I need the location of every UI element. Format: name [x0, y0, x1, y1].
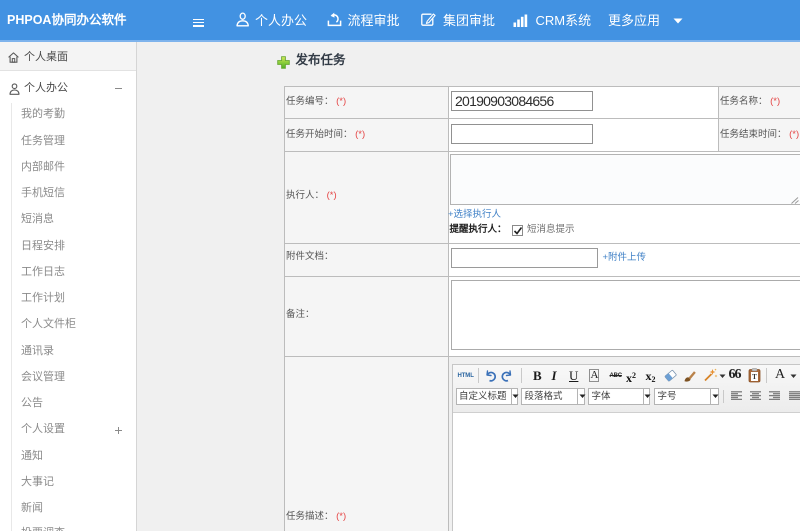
svg-text:T: T	[752, 373, 757, 381]
